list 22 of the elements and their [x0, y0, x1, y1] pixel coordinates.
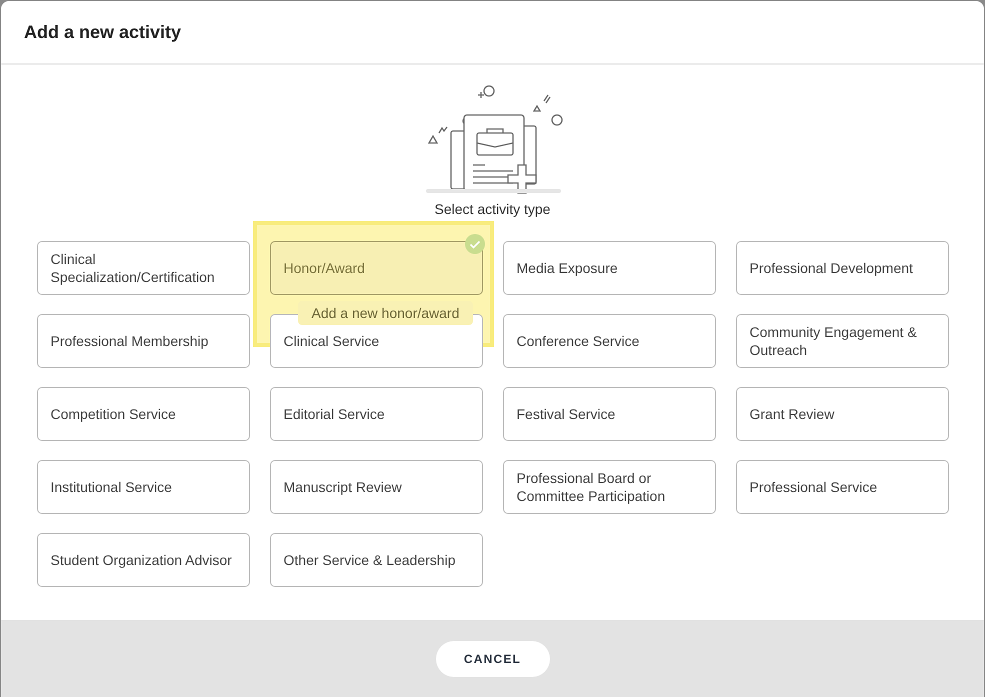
activity-type-option[interactable]: Professional Membership: [36, 314, 250, 368]
activity-type-option[interactable]: Festival Service: [502, 387, 716, 441]
activity-type-option[interactable]: Editorial Service: [270, 387, 482, 441]
dialog-title: Add a new activity: [24, 22, 182, 42]
activity-type-option[interactable]: Institutional Service: [36, 460, 250, 514]
activity-type-option[interactable]: Conference Service: [502, 314, 716, 368]
activity-type-option[interactable]: Other Service & Leadership: [270, 533, 482, 587]
activity-type-option[interactable]: Competition Service: [36, 387, 250, 441]
check-icon: [464, 234, 484, 254]
tooltip: Add a new honor/award: [298, 301, 474, 325]
prompt-text: Select activity type: [434, 201, 550, 217]
activity-type-option[interactable]: Professional Development: [736, 241, 948, 295]
activity-type-option[interactable]: Student Organization Advisor: [36, 533, 250, 587]
activity-type-option[interactable]: Professional Service: [736, 460, 948, 514]
activity-type-option[interactable]: Community Engagement & Outreach: [736, 314, 948, 368]
activity-type-option[interactable]: Media Exposure: [502, 241, 716, 295]
activity-type-option[interactable]: Clinical Specialization/Certification: [36, 241, 250, 295]
cancel-button[interactable]: CANCEL: [436, 640, 550, 676]
activity-type-option[interactable]: Manuscript Review: [270, 460, 482, 514]
activity-type-option[interactable]: Honor/Award: [270, 241, 482, 295]
activity-type-option[interactable]: Grant Review: [736, 387, 948, 441]
activity-type-option[interactable]: Professional Board or Committee Participation: [502, 460, 716, 514]
